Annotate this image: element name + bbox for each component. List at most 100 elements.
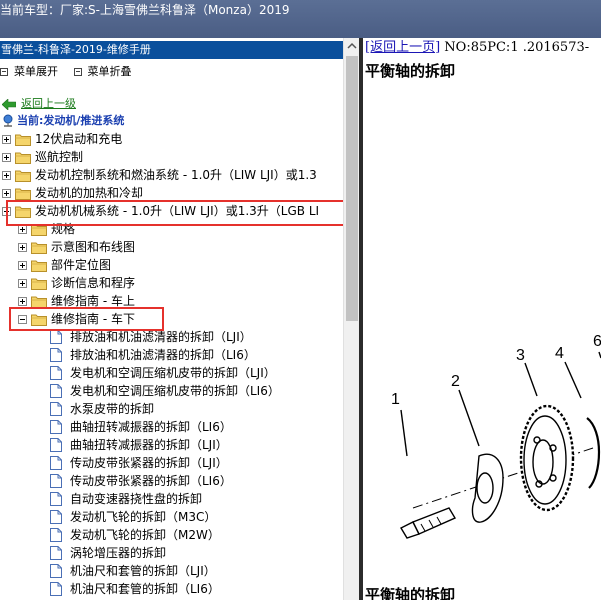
- page-title: 平衡轴的拆卸: [365, 62, 456, 80]
- title-bar: 当前车型：厂家:S-上海雪佛兰科鲁泽（Monza）2019: [0, 0, 601, 38]
- expand-icon: [0, 68, 8, 76]
- expand-toggle-icon[interactable]: [2, 134, 11, 144]
- tree-document[interactable]: 机油尺和套管的拆卸（LI6）: [50, 580, 220, 598]
- expand-toggle-icon[interactable]: [18, 278, 27, 288]
- tree-item-label: 发电机和空调压缩机皮带的拆卸（LJI）: [70, 366, 276, 380]
- tree-document[interactable]: 发动机飞轮的拆卸（M2W）: [50, 526, 220, 544]
- tree-document[interactable]: 发动机飞轮的拆卸（M3C）: [50, 508, 216, 526]
- tree-item-label: 示意图和布线图: [51, 240, 136, 254]
- folder-icon: [15, 152, 31, 164]
- document-icon: [50, 492, 62, 506]
- expand-toggle-icon[interactable]: [18, 242, 27, 252]
- manual-title: 雪佛兰-科鲁泽-2019-维修手册: [0, 41, 343, 59]
- document-number: NO:85PC:1 .2016573-: [440, 40, 590, 55]
- scrollbar-thumb[interactable]: [346, 56, 358, 321]
- tree-subfolder[interactable]: 部件定位图: [18, 256, 111, 274]
- tree-scrollbar[interactable]: [343, 38, 359, 600]
- tree-item-label: 部件定位图: [51, 258, 112, 272]
- tree-item-label: 机油尺和套管的拆卸（LI6）: [70, 582, 220, 596]
- collapse-menu-label: 菜单折叠: [87, 65, 132, 78]
- tree-item-label: 自动变速器挠性盘的拆卸: [70, 492, 203, 506]
- current-path: 当前:发动机/推进系统: [2, 113, 124, 128]
- tree-document[interactable]: 发电机和空调压缩机皮带的拆卸（LJI）: [50, 364, 276, 382]
- back-link-label: 返回上一级: [21, 97, 76, 110]
- tree-item-label: 传动皮带张紧器的拆卸（LI6）: [70, 474, 232, 488]
- highlight-box: [9, 307, 164, 331]
- location-pin-icon: [3, 114, 13, 127]
- tree-item-label: 涡轮增压器的拆卸: [70, 546, 167, 560]
- tree-document[interactable]: 传动皮带张紧器的拆卸（LJI）: [50, 454, 228, 472]
- tree-document[interactable]: 机油尺和套管的拆卸（LJI）: [50, 562, 216, 580]
- document-icon: [50, 528, 62, 542]
- highlight-box: [6, 200, 349, 226]
- document-icon: [50, 546, 62, 560]
- expand-menu-button[interactable]: 菜单展开: [0, 64, 58, 80]
- tree-item-label: 曲轴扭转减振器的拆卸（LJI）: [70, 438, 228, 452]
- tree-item-label: 发动机飞轮的拆卸（M2W）: [70, 528, 220, 542]
- folder-icon: [31, 242, 47, 254]
- document-icon: [50, 456, 62, 470]
- tree-document[interactable]: 曲轴扭转减振器的拆卸（LI6）: [50, 418, 232, 436]
- tree-item-label: 传动皮带张紧器的拆卸（LJI）: [70, 456, 228, 470]
- folder-icon: [15, 170, 31, 182]
- expand-toggle-icon[interactable]: [2, 152, 11, 162]
- document-icon: [50, 366, 62, 380]
- tree-item-label: 诊断信息和程序: [51, 276, 136, 290]
- expand-toggle-icon[interactable]: [18, 260, 27, 270]
- tree-document[interactable]: 排放油和机油滤清器的拆卸（LI6）: [50, 346, 256, 364]
- back-link[interactable]: 返回上一级: [2, 97, 76, 111]
- back-arrow-icon: [2, 98, 16, 110]
- document-icon: [50, 474, 62, 488]
- tree-item-label: 排放油和机油滤清器的拆卸（LI6）: [70, 348, 256, 362]
- expand-toggle-icon[interactable]: [18, 296, 27, 306]
- document-icon: [50, 438, 62, 452]
- tree-item-label: 发电机和空调压缩机皮带的拆卸（LI6）: [70, 384, 280, 398]
- collapse-menu-button[interactable]: 菜单折叠: [73, 64, 132, 80]
- tree-document[interactable]: 涡轮增压器的拆卸: [50, 544, 166, 562]
- tree-subfolder[interactable]: 示意图和布线图: [18, 238, 135, 256]
- callout-label: 1: [391, 391, 400, 408]
- expand-toggle-icon[interactable]: [2, 170, 11, 180]
- expand-menu-label: 菜单展开: [14, 65, 58, 78]
- tree-document[interactable]: 发电机和空调压缩机皮带的拆卸（LI6）: [50, 382, 280, 400]
- expand-toggle-icon[interactable]: [2, 188, 11, 198]
- section-heading: 平衡轴的拆卸: [365, 586, 456, 600]
- tree-document[interactable]: 自动变速器挠性盘的拆卸: [50, 490, 202, 508]
- tree-item-label: 水泵皮带的拆卸: [70, 402, 155, 416]
- content-panel: [返回上一页] NO:85PC:1 .2016573- 平衡轴的拆卸 1 2 3…: [363, 38, 601, 600]
- folder-icon: [31, 278, 47, 290]
- tree-item-label: 曲轴扭转减振器的拆卸（LI6）: [70, 420, 232, 434]
- tree-item-label: 12伏启动和充电: [35, 132, 123, 146]
- menu-toolbar: 菜单展开 菜单折叠: [0, 64, 144, 80]
- callout-label: 6: [593, 333, 601, 350]
- tree-folder[interactable]: 巡航控制: [2, 148, 83, 166]
- document-icon: [50, 510, 62, 524]
- back-page-link[interactable]: [返回上一页]: [365, 40, 440, 55]
- current-path-label: 当前:发动机/推进系统: [17, 114, 125, 127]
- tree-folder[interactable]: 发动机控制系统和燃油系统 - 1.0升（LIW LJI）或1.3: [2, 166, 317, 184]
- folder-icon: [31, 296, 47, 308]
- content-nav: [返回上一页] NO:85PC:1 .2016573-: [365, 40, 589, 56]
- vehicle-title: 当前车型：厂家:S-上海雪佛兰科鲁泽（Monza）2019: [0, 3, 290, 17]
- document-icon: [50, 582, 62, 596]
- tree-item-label: 发动机飞轮的拆卸（M3C）: [70, 510, 217, 524]
- document-icon: [50, 330, 62, 344]
- folder-icon: [15, 188, 31, 200]
- document-icon: [50, 564, 62, 578]
- balance-shaft-diagram: 1 2 3 4 6: [391, 333, 601, 539]
- callout-label: 2: [451, 373, 460, 390]
- scroll-up-icon[interactable]: [344, 38, 360, 54]
- callout-label: 3: [516, 347, 525, 364]
- tree-subfolder[interactable]: 诊断信息和程序: [18, 274, 135, 292]
- document-icon: [50, 348, 62, 362]
- tree-folder[interactable]: 12伏启动和充电: [2, 130, 122, 148]
- tree-document[interactable]: 传动皮带张紧器的拆卸（LI6）: [50, 472, 232, 490]
- tree-document[interactable]: 水泵皮带的拆卸: [50, 400, 154, 418]
- folder-icon: [15, 134, 31, 146]
- tree-item-label: 巡航控制: [35, 150, 84, 164]
- tree-document[interactable]: 曲轴扭转减振器的拆卸（LJI）: [50, 436, 228, 454]
- navigation-panel: 雪佛兰-科鲁泽-2019-维修手册 菜单展开 菜单折叠 返回上一级 当前:发动机…: [0, 38, 361, 600]
- folder-icon: [31, 260, 47, 272]
- collapse-icon: [73, 68, 82, 76]
- callout-label: 4: [555, 345, 564, 362]
